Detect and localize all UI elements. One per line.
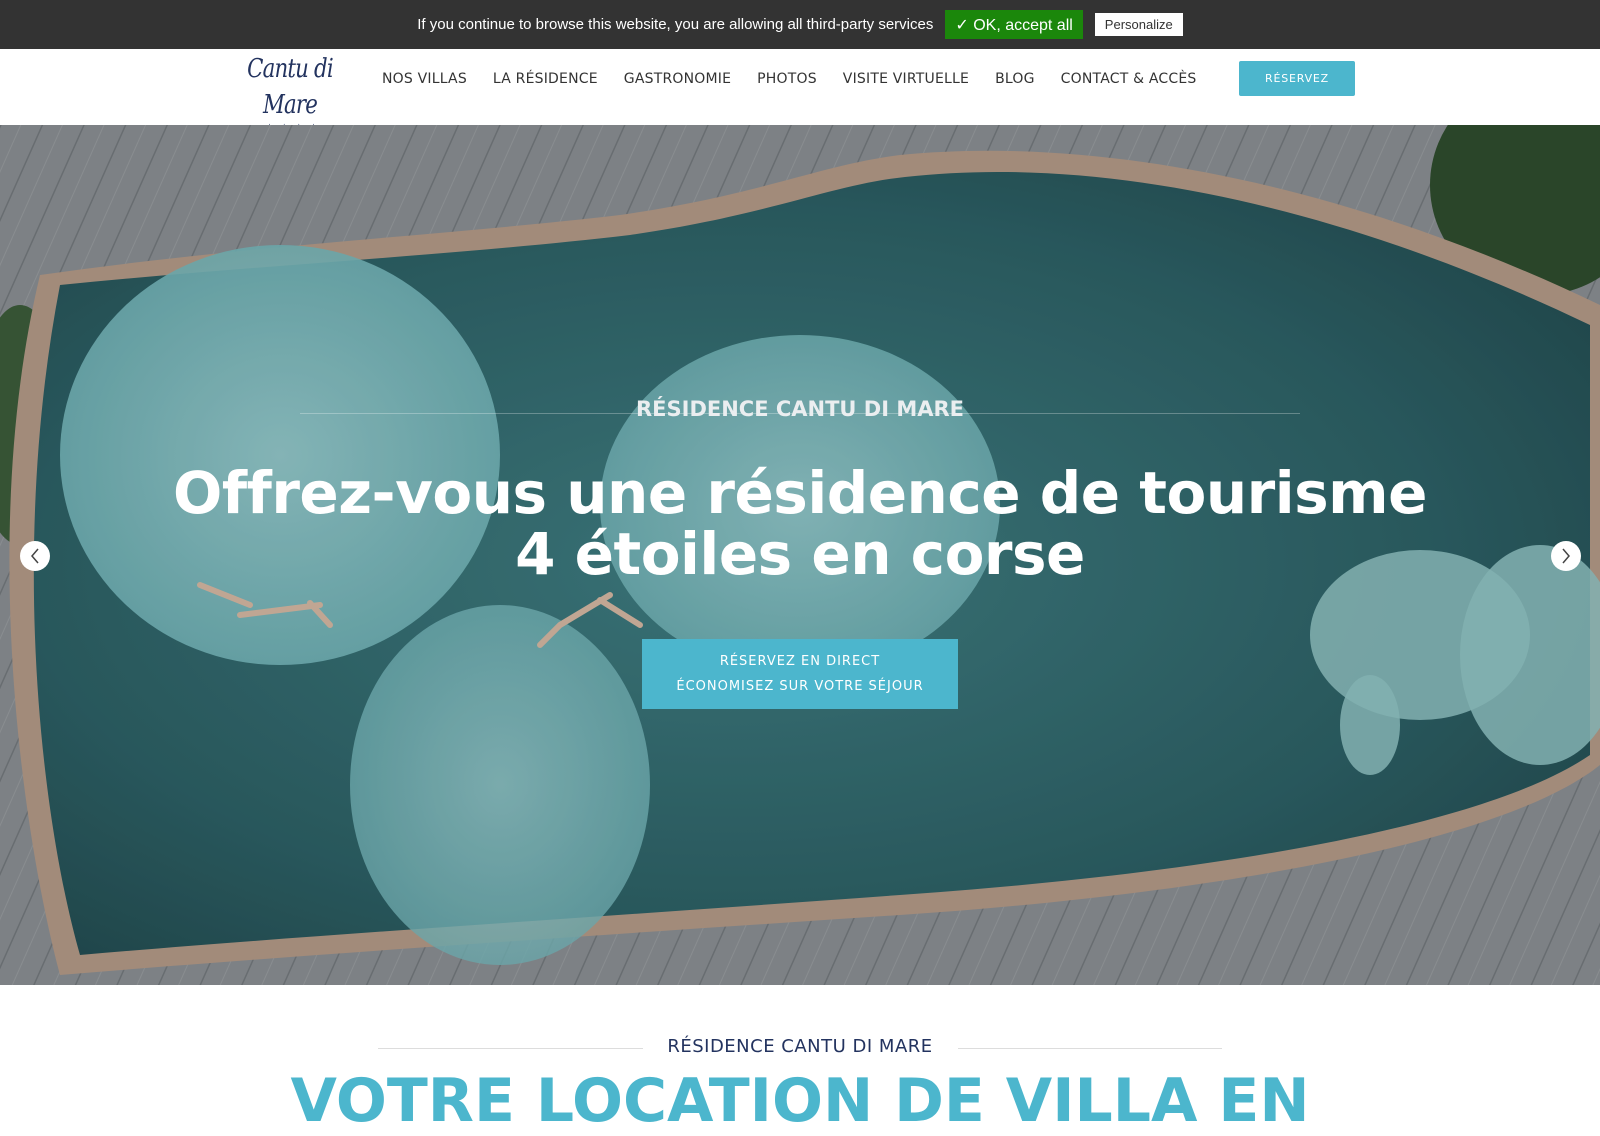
cookie-personalize-button[interactable]: Personalize [1094, 13, 1183, 36]
logo-wordmark: Cantu di Mare [247, 54, 334, 120]
hero-slider: RÉSIDENCE CANTU DI MARE Offrez-vous une … [0, 125, 1600, 985]
site-logo[interactable]: Cantu di Mare ★★★★ [228, 51, 352, 137]
nav-item-visite-virtuelle[interactable]: VISITE VIRTUELLE [843, 71, 969, 87]
nav-item-contact[interactable]: CONTACT & ACCÈS [1061, 71, 1197, 87]
section-title: VOTRE LOCATION DE VILLA EN [290, 1066, 1310, 1136]
cookie-message: If you continue to browse this website, … [417, 16, 934, 33]
main-nav: NOS VILLAS LA RÉSIDENCE GASTRONOMIE PHOT… [382, 49, 1222, 109]
cookie-banner: If you continue to browse this website, … [0, 0, 1600, 49]
chevron-right-icon [1562, 548, 1570, 564]
section-kicker: RÉSIDENCE CANTU DI MARE [667, 1036, 933, 1057]
hero-cta-line2: ÉCONOMISEZ SUR VOTRE SÉJOUR [676, 679, 924, 694]
slider-next-button[interactable] [1551, 541, 1581, 571]
reserve-button[interactable]: RÉSERVEZ [1239, 61, 1355, 96]
cookie-accept-button[interactable]: ✓ OK, accept all [945, 10, 1083, 39]
site-header: Cantu di Mare ★★★★ NOS VILLAS LA RÉSIDEN… [0, 49, 1600, 137]
hero-reserve-button[interactable]: RÉSERVEZ EN DIRECT ÉCONOMISEZ SUR VOTRE … [642, 639, 958, 709]
hero-kicker: RÉSIDENCE CANTU DI MARE [635, 397, 965, 421]
nav-item-gastronomie[interactable]: GASTRONOMIE [624, 71, 731, 87]
slider-prev-button[interactable] [20, 541, 50, 571]
hero-cta-line1: RÉSERVEZ EN DIRECT [719, 654, 881, 669]
nav-item-nos-villas[interactable]: NOS VILLAS [382, 71, 467, 87]
chevron-left-icon [31, 548, 39, 564]
nav-item-photos[interactable]: PHOTOS [757, 71, 817, 87]
hero-title: Offrez-vous une résidence de tourisme 4 … [173, 459, 1427, 588]
nav-item-blog[interactable]: BLOG [995, 71, 1035, 87]
nav-item-la-residence[interactable]: LA RÉSIDENCE [493, 71, 598, 87]
